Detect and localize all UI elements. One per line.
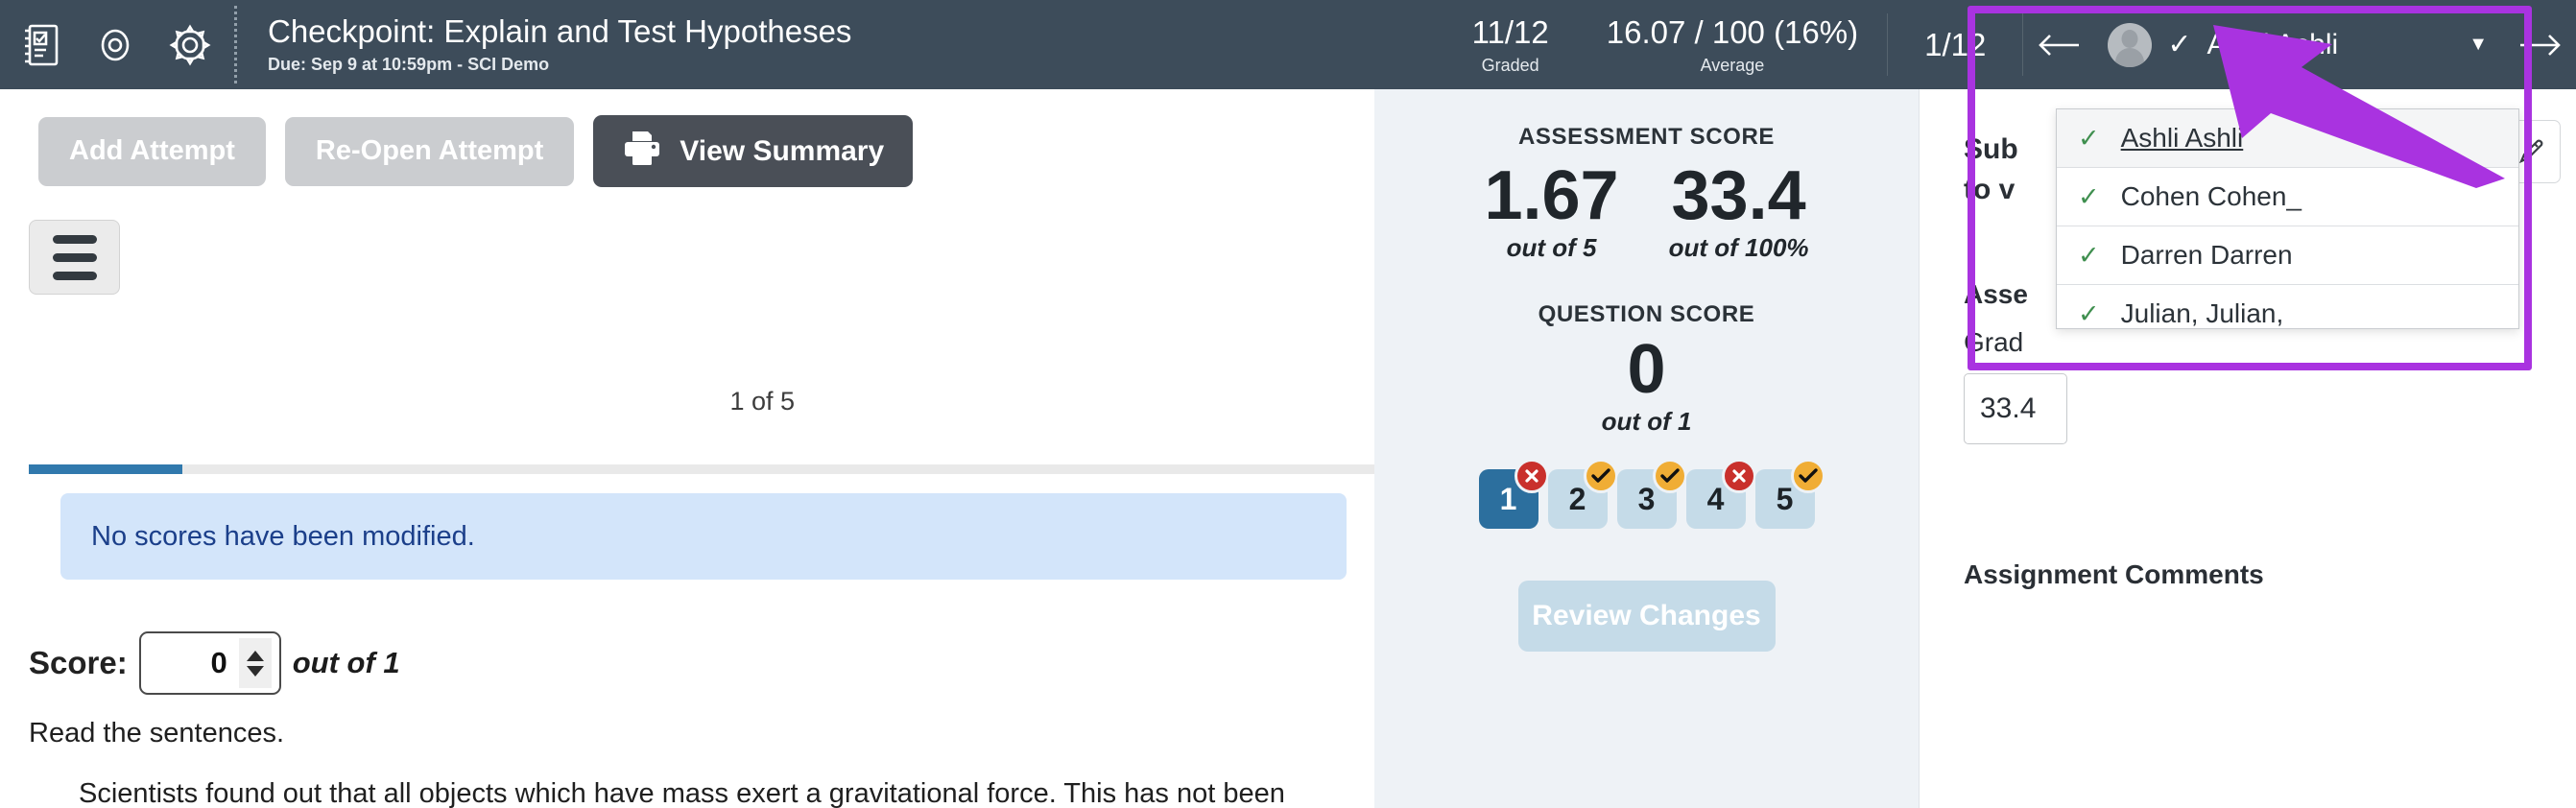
prev-student-button[interactable]	[2023, 0, 2094, 89]
average-value: 16.07 / 100 (16%)	[1606, 13, 1859, 50]
assessment-icon[interactable]	[15, 20, 65, 70]
dropdown-item-2[interactable]: ✓ Darren Darren	[2057, 226, 2518, 285]
question-chip-4[interactable]: 4	[1685, 459, 1756, 529]
grade-input[interactable]: 33.4	[1964, 373, 2067, 444]
question-chip-2[interactable]: 2	[1547, 459, 1618, 529]
status-banner: No scores have been modified.	[60, 493, 1347, 580]
next-student-button[interactable]	[2505, 0, 2576, 89]
score-out-of-label: out of 1	[292, 646, 400, 679]
graded-value: 11/12	[1471, 13, 1549, 50]
student-page-indicator: 1/12	[1888, 0, 2022, 89]
assessment-score-points: 1.67 out of 5	[1484, 154, 1618, 263]
student-dropdown-menu[interactable]: ✓ Ashli Ashli ✓ Cohen Cohen_ ✓ Darren Darren ✓…	[2056, 108, 2519, 329]
student-page-value: 1/12	[1924, 26, 1987, 62]
dropdown-item-label: Cohen Cohen_	[2120, 181, 2302, 211]
assessment-percent-value: 33.4	[1671, 157, 1806, 234]
avatar	[2108, 22, 2153, 67]
check-icon: ✓	[2078, 123, 2100, 153]
dropdown-item-label: Julian, Julian,	[2120, 298, 2284, 328]
incorrect-badge-icon	[1514, 459, 1549, 493]
question-chip-1[interactable]: 1	[1478, 459, 1549, 529]
score-editor: Score: 0 out of 1	[29, 631, 400, 695]
printer-icon	[622, 129, 662, 175]
selected-student-name: Ashli Ashli	[2206, 28, 2339, 60]
incorrect-badge-icon	[1721, 459, 1756, 493]
assessment-score-values: 1.67 out of 5 33.4 out of 100%	[1374, 154, 1919, 263]
score-label: Score:	[29, 645, 128, 680]
gear-icon[interactable]	[165, 20, 215, 70]
progress-bar	[29, 464, 1374, 474]
dropdown-item-1[interactable]: ✓ Cohen Cohen_	[2057, 168, 2518, 226]
score-sidebar: ASSESSMENT SCORE 1.67 out of 5 33.4 out …	[1374, 89, 1920, 808]
assessment-points-outof: out of 5	[1506, 233, 1597, 262]
question-chip-5[interactable]: 5	[1754, 459, 1825, 529]
stepper-up-icon[interactable]	[246, 650, 264, 661]
question-page-count: 1 of 5	[729, 387, 795, 416]
assessment-percent-outof: out of 100%	[1668, 233, 1809, 262]
question-chip-3[interactable]: 3	[1616, 459, 1687, 529]
main-panel: Add Attempt Re-Open Attempt View Summary	[0, 89, 1374, 808]
dropdown-item-3[interactable]: ✓ Julian, Julian,	[2057, 285, 2518, 328]
reopen-attempt-button[interactable]: Re-Open Attempt	[284, 116, 575, 186]
question-content: Read the sentences. Scientists found out…	[29, 718, 1363, 808]
correct-badge-icon	[1652, 459, 1687, 493]
check-icon: ✓	[2078, 298, 2100, 328]
correct-badge-icon	[1583, 459, 1618, 493]
add-attempt-button[interactable]: Add Attempt	[38, 116, 266, 186]
dropdown-item-0[interactable]: ✓ Ashli Ashli	[2057, 109, 2518, 168]
top-bar: Checkpoint: Explain and Test Hypotheses …	[0, 0, 2576, 89]
assessment-score-title: ASSESSMENT SCORE	[1518, 124, 1775, 150]
chevron-down-icon[interactable]: ▼	[2469, 34, 2488, 56]
question-score-values: 0 out of 1	[1374, 328, 1919, 437]
hamburger-menu-icon[interactable]	[29, 220, 120, 295]
correct-badge-icon	[1790, 459, 1825, 493]
due-date-label: Due: Sep 9 at 10:59pm - SCI Demo	[268, 55, 550, 74]
app-root: Checkpoint: Explain and Test Hypotheses …	[0, 0, 2576, 808]
stat-graded: 11/12 Graded	[1443, 0, 1578, 89]
assignment-comments-title: Assignment Comments	[1964, 559, 2264, 589]
stepper-down-icon[interactable]	[246, 665, 264, 677]
question-score-outof: out of 1	[1601, 407, 1692, 436]
top-bar-icon-group	[0, 0, 234, 89]
check-icon: ✓	[2078, 181, 2100, 211]
student-selector[interactable]: ✓ Ashli Ashli ▼	[2094, 0, 2505, 89]
question-lead: Read the sentences.	[29, 718, 285, 749]
page-title: Checkpoint: Explain and Test Hypotheses	[268, 13, 852, 49]
assessment-points-value: 1.67	[1484, 157, 1619, 234]
dropdown-item-label: Darren Darren	[2120, 240, 2293, 270]
dropdown-item-label: Ashli Ashli	[2120, 123, 2244, 153]
score-input-value: 0	[210, 646, 227, 679]
question-score-title: QUESTION SCORE	[1538, 301, 1755, 327]
review-changes-button[interactable]: Review Changes	[1517, 581, 1776, 652]
view-summary-label: View Summary	[680, 134, 885, 167]
score-input[interactable]: 0	[138, 631, 281, 695]
progress-bar-fill	[29, 464, 182, 474]
view-summary-button[interactable]: View Summary	[593, 115, 914, 187]
student-check-icon: ✓	[2167, 28, 2192, 60]
eye-icon[interactable]	[90, 20, 140, 70]
question-score-value: 0	[1627, 331, 1666, 408]
attempt-button-row: Add Attempt Re-Open Attempt View Summary	[0, 89, 1374, 187]
question-chip-list: 12345	[1374, 459, 1919, 529]
check-icon: ✓	[2078, 240, 2100, 270]
quantity-stepper[interactable]	[238, 638, 272, 688]
graded-label: Graded	[1481, 55, 1539, 75]
grade-label: Grad	[1964, 327, 2024, 357]
assessment-score-percent: 33.4 out of 100%	[1669, 154, 1809, 263]
question-quote: Scientists found out that all objects wh…	[79, 778, 1285, 808]
question-list-toggle-row	[0, 187, 1374, 295]
header-spacer	[851, 0, 1443, 89]
stat-average: 16.07 / 100 (16%) Average	[1578, 0, 1887, 89]
average-label: Average	[1700, 55, 1765, 75]
assignment-heading: Checkpoint: Explain and Test Hypotheses …	[237, 0, 851, 89]
